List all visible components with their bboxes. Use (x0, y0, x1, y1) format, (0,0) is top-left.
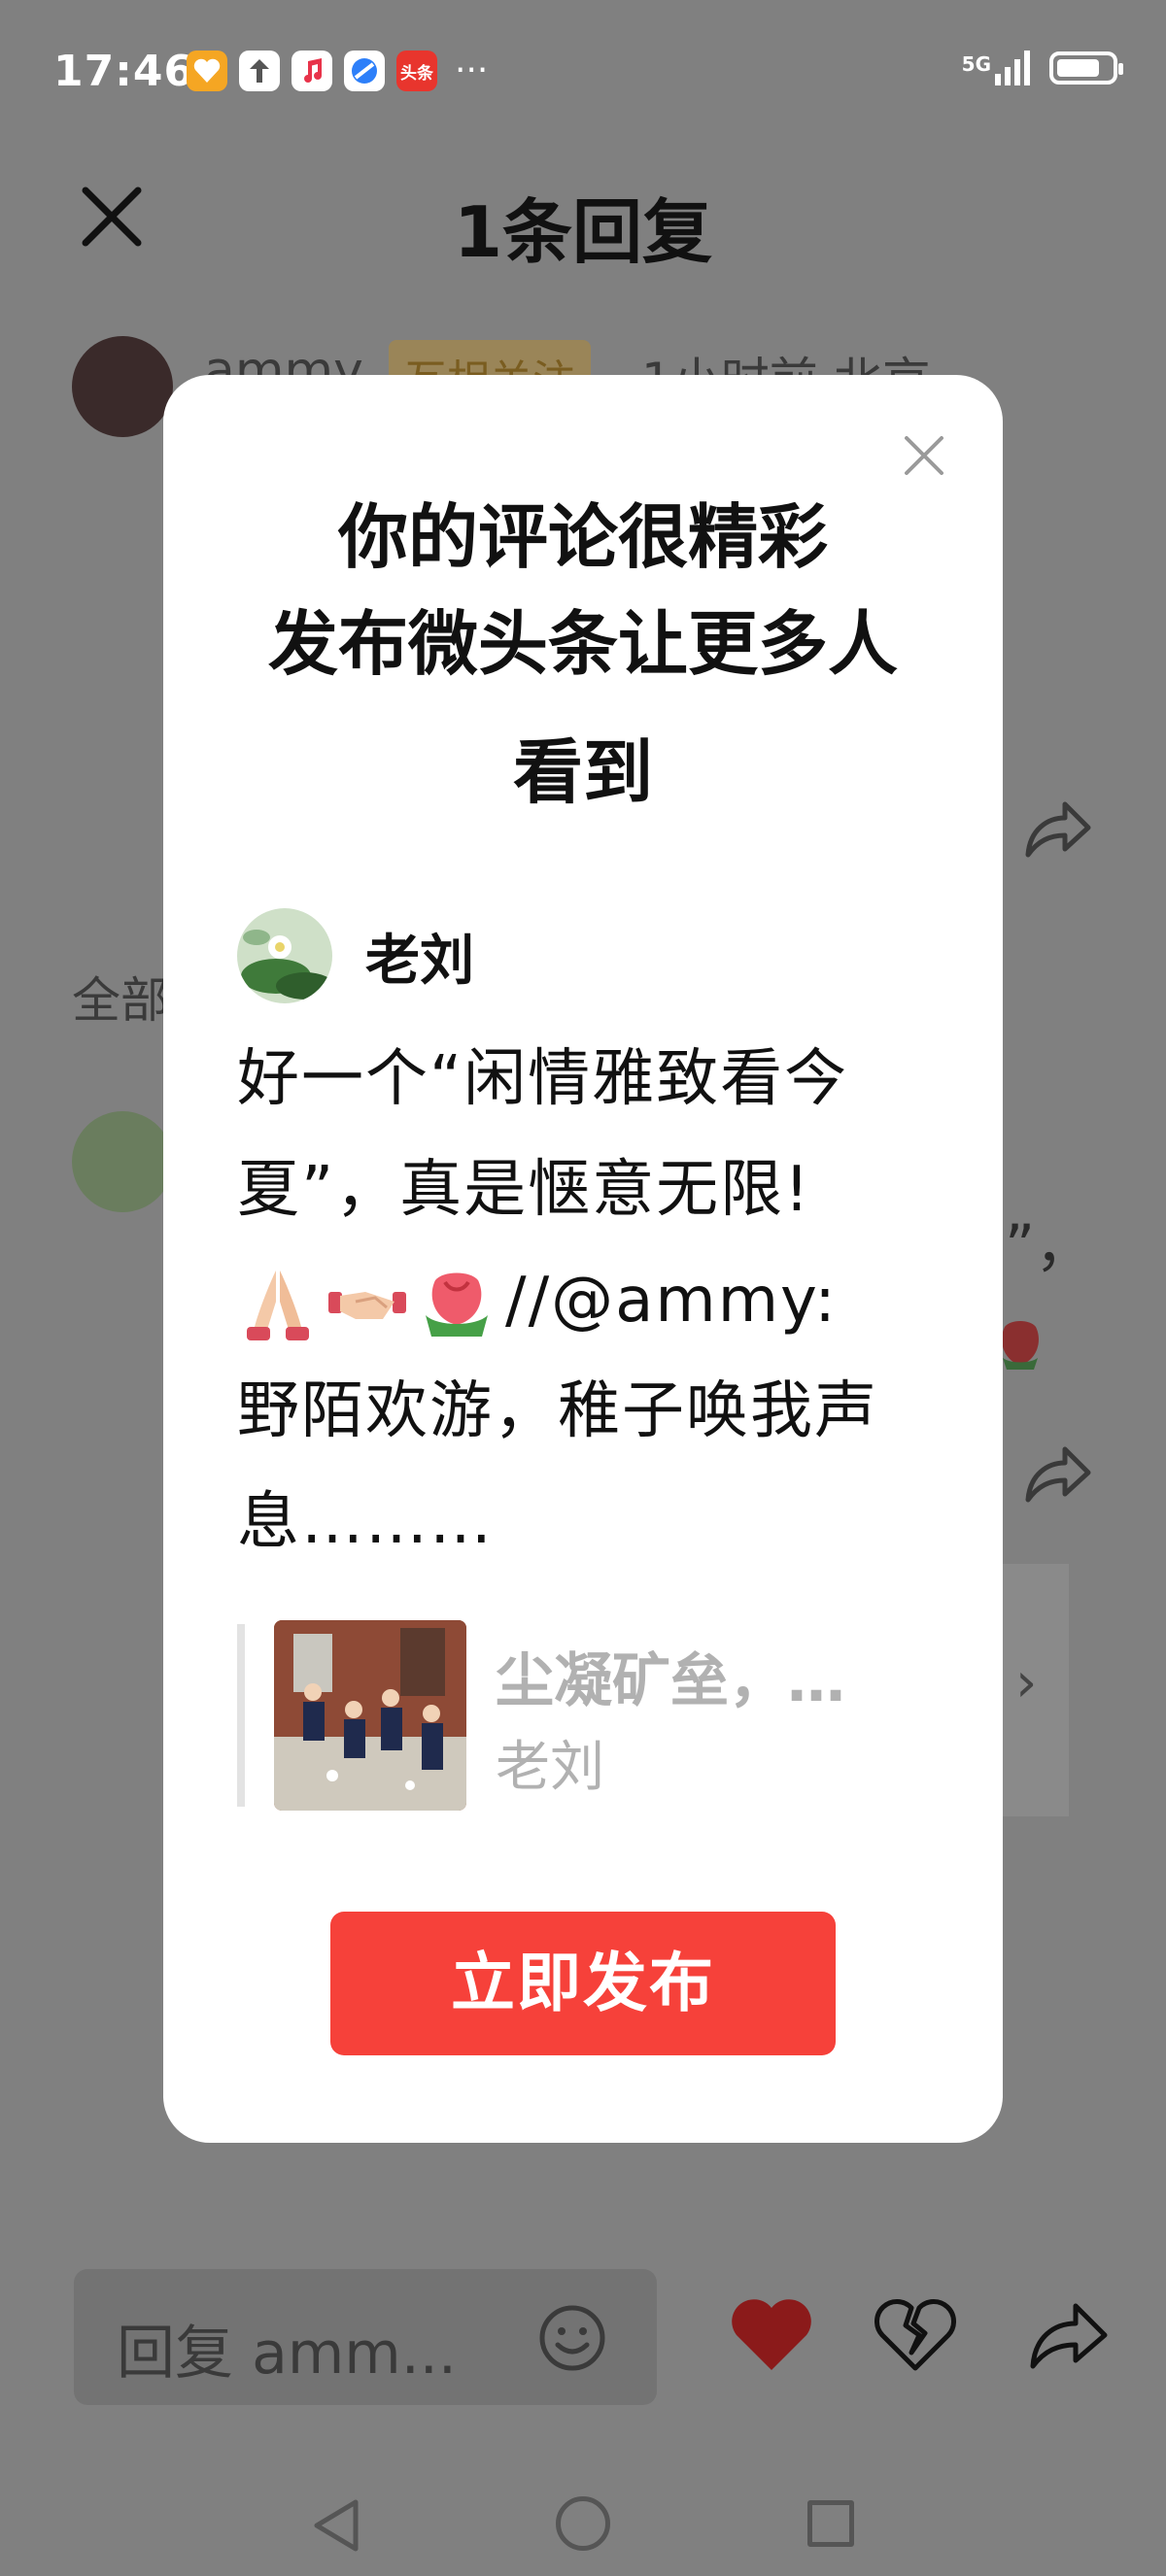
like-icon[interactable] (729, 2296, 814, 2374)
status-app-icons: 头条 ··· (187, 51, 488, 91)
comment-line: //@ammy: (237, 1245, 937, 1356)
browser-app-icon (344, 51, 385, 91)
dislike-icon[interactable] (874, 2296, 956, 2374)
publish-button[interactable]: 立即发布 (330, 1912, 836, 2055)
network-label: 5G (961, 52, 991, 76)
upload-icon (239, 51, 280, 91)
comment-line: 好一个“闲情雅致看今 (237, 1043, 849, 1115)
headline-line: 看到 (512, 731, 653, 813)
pray-emoji (247, 1271, 309, 1341)
comment-line: 息……… (237, 1486, 494, 1558)
post-thumbnail (274, 1620, 466, 1811)
avatar (237, 908, 332, 1003)
reply-placeholder: 回复 amm... (117, 2320, 457, 2388)
back-icon[interactable] (309, 2496, 361, 2555)
section-label: 全部 (72, 972, 169, 1029)
author-row: 老刘 (237, 907, 474, 1004)
close-icon[interactable] (902, 433, 946, 478)
chevron-right-icon: › (1015, 1651, 1038, 1714)
comment-line: 野陌欢游，稚子唤我声 (237, 1375, 878, 1447)
comment-mention: //@ammy: (505, 1265, 838, 1337)
handshake-emoji (328, 1292, 406, 1320)
reply-input[interactable]: 回复 amm... (74, 2269, 657, 2405)
status-time: 17:46 (53, 47, 195, 96)
battery-level (1057, 59, 1100, 77)
share-icon[interactable] (1020, 795, 1094, 863)
quote-author: 老刘 (496, 1736, 604, 1799)
rose-emoji (426, 1272, 488, 1338)
toutiao-app-icon: 头条 (396, 51, 437, 91)
status-more-icon: ··· (455, 51, 489, 90)
heart-app-icon (187, 51, 227, 91)
headline-line: 发布微头条让更多人 (267, 603, 898, 685)
comment-text: 好一个“闲情雅致看今 夏”，真是惬意无限! //@ammy: 野陌欢游，稚子唤我… (237, 1024, 937, 1577)
signal-icon: 5G (962, 51, 1032, 85)
system-nav-bar (0, 2467, 1166, 2576)
home-icon[interactable] (556, 2496, 610, 2551)
comment-partial-text: ”， (1005, 1212, 1094, 1280)
quoted-post-card[interactable]: 尘凝矿垒，… 老刘 (237, 1620, 937, 1811)
recent-apps-icon[interactable] (807, 2500, 854, 2547)
status-right: 5G (962, 51, 1123, 85)
music-app-icon (292, 51, 332, 91)
dialog-headline: 你的评论很精彩 发布微头条让更多人 看到 (202, 484, 964, 826)
author-name: 老刘 (365, 929, 474, 993)
avatar[interactable] (72, 1111, 173, 1212)
quote-divider (237, 1624, 245, 1807)
status-bar: 17:46 头条 ··· 5G (0, 0, 1166, 126)
comment-line: 夏”，真是惬意无限! (237, 1154, 811, 1226)
sheet-title: 1条回复 (453, 191, 713, 273)
publish-dialog: 你的评论很精彩 发布微头条让更多人 看到 老刘 好一个“闲情雅致看今 夏”，真是… (163, 375, 1003, 2143)
headline-line: 你的评论很精彩 (337, 496, 828, 578)
avatar[interactable] (72, 336, 173, 437)
emoji-icon[interactable] (538, 2304, 606, 2372)
share-icon[interactable] (1020, 1440, 1094, 1508)
quote-title: 尘凝矿垒，… (496, 1647, 845, 1715)
share-icon[interactable] (1025, 2296, 1111, 2374)
battery-icon (1049, 51, 1123, 85)
